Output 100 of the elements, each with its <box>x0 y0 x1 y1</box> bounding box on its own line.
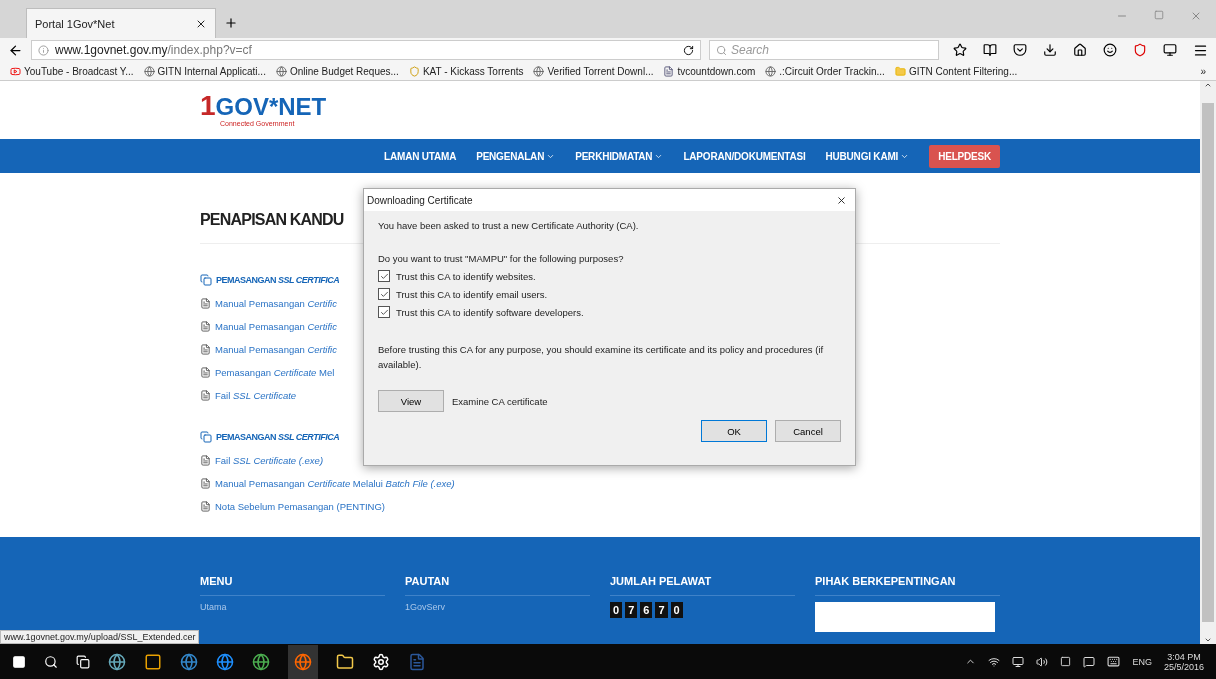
globe-icon <box>533 65 545 77</box>
status-url: www.1govnet.gov.my/upload/SSL_Extended.cer <box>0 630 200 644</box>
counter-digit: 7 <box>625 602 638 618</box>
nav-link[interactable]: LAPORAN/DOKUMENTASI <box>683 150 806 162</box>
shield-icon[interactable] <box>1133 43 1147 57</box>
globe-icon <box>143 65 155 77</box>
counter-digit: 6 <box>640 602 653 618</box>
document-icon <box>200 298 211 309</box>
scroll-up-icon[interactable] <box>1204 81 1212 89</box>
footer-heading: PAUTAN <box>405 575 590 596</box>
document-app-icon[interactable] <box>408 652 426 671</box>
keyboard-icon[interactable] <box>1107 655 1121 668</box>
bookmark-link[interactable]: Online Budget Reques... <box>289 65 399 77</box>
message-icon[interactable] <box>1083 655 1096 668</box>
copy-icon <box>200 274 212 286</box>
overflow-chevron[interactable]: » <box>1200 65 1206 77</box>
bookmark-link[interactable]: .:Circuit Order Trackin... <box>779 65 885 77</box>
document-link[interactable]: Manual Pemasangan Certific <box>215 321 337 332</box>
document-link[interactable]: Fail SSL Certificate (.exe) <box>215 455 324 466</box>
document-link[interactable]: Manual Pemasangan Certificate Melalui Batch File (.exe) <box>215 478 455 489</box>
download-icon[interactable] <box>1043 43 1057 57</box>
document-icon <box>200 478 211 489</box>
cancel-button[interactable]: Cancel <box>775 420 841 442</box>
settings-icon[interactable] <box>372 652 390 671</box>
footer-heading: MENU <box>200 575 385 596</box>
document-link[interactable]: Pemasangan Certificate Mel <box>215 367 335 378</box>
section-heading: PEMASANGAN SSL CERTIFICA <box>216 432 340 442</box>
windows-start-icon[interactable] <box>12 654 26 669</box>
shield-icon <box>408 65 420 77</box>
menu-icon[interactable] <box>1193 42 1208 58</box>
bookmark-link[interactable]: tvcountdown.com <box>677 65 756 77</box>
bookmark-link[interactable]: GITN Content Filtering... <box>908 65 1018 77</box>
search-icon <box>716 44 727 56</box>
checkbox[interactable] <box>378 306 390 318</box>
info-icon <box>38 44 49 56</box>
checkbox-label[interactable]: Trust this CA to identify websites. <box>396 270 536 282</box>
nav-link[interactable]: HUBUNGI KAMI <box>825 150 910 162</box>
nav-link[interactable]: LAMAN UTAMA <box>384 150 457 162</box>
bookmark-link[interactable]: Verified Torrent Downl... <box>547 65 654 77</box>
screen-icon[interactable] <box>1163 43 1177 57</box>
close-icon[interactable] <box>836 194 847 206</box>
folder-icon[interactable] <box>336 652 354 671</box>
ok-button[interactable]: OK <box>701 420 767 442</box>
screen-icon[interactable] <box>1012 655 1025 668</box>
scroll-down-icon[interactable] <box>1204 636 1212 644</box>
speaker-icon[interactable] <box>1036 655 1049 668</box>
document-link[interactable]: Nota Sebelum Pemasangan (PENTING) <box>215 501 386 512</box>
video-icon <box>10 65 21 77</box>
bookmark-link[interactable]: YouTube - Broadcast Y... <box>24 65 134 77</box>
home-icon[interactable] <box>1073 43 1087 57</box>
document-icon <box>200 321 211 332</box>
browser-icon[interactable] <box>252 652 270 671</box>
dialog-intro: You have been asked to trust a new Certificate Authority (CA). <box>378 220 640 231</box>
counter-digit: 0 <box>610 602 623 618</box>
nav-link[interactable]: PERKHIDMATAN <box>575 150 664 162</box>
view-button[interactable]: View <box>378 390 444 412</box>
footer-heading: JUMLAH PELAWAT <box>610 575 795 596</box>
helpdesk-button[interactable]: HELPDESK <box>929 144 1000 168</box>
dialog-title: Downloading Certificate <box>367 194 473 206</box>
address-field[interactable]: www.1govnet.gov.my/index.php?v=cf <box>31 40 701 60</box>
book-icon[interactable] <box>983 43 997 57</box>
pocket-icon[interactable] <box>1013 43 1027 57</box>
nav-link[interactable]: PENGENALAN <box>476 150 556 162</box>
clock[interactable]: 3:04 PM 25/5/2016 <box>1163 651 1204 672</box>
document-icon <box>200 455 211 466</box>
network-icon[interactable] <box>988 655 1001 668</box>
document-link[interactable]: Manual Pemasangan Certific <box>215 298 337 309</box>
back-icon[interactable] <box>8 42 23 58</box>
document-link[interactable]: Manual Pemasangan Certific <box>215 344 337 355</box>
checkbox-label[interactable]: Trust this CA to identify email users. <box>396 288 548 300</box>
checkbox[interactable] <box>378 288 390 300</box>
bookmark-link[interactable]: KAT - Kickass Torrents <box>422 65 524 77</box>
search-icon[interactable] <box>44 654 58 669</box>
section-heading: PEMASANGAN SSL CERTIFICA <box>216 275 340 285</box>
footer-link[interactable]: 1GovServ <box>405 602 610 612</box>
footer-heading: PIHAK BERKEPENTINGAN <box>815 575 1000 596</box>
footer-link[interactable]: Utama <box>200 602 405 612</box>
scrollbar[interactable] <box>1200 81 1216 644</box>
checkbox[interactable] <box>378 270 390 282</box>
checkbox-label[interactable]: Trust this CA to identify software developers. <box>396 306 584 318</box>
active-app-icon[interactable] <box>288 644 318 679</box>
new-tab-icon[interactable] <box>224 16 238 30</box>
bookmark-link[interactable]: GITN Internal Applicati... <box>157 65 266 77</box>
folder-icon <box>894 65 906 77</box>
browser-icon[interactable] <box>216 652 234 671</box>
document-link[interactable]: Fail SSL Certificate <box>215 390 297 401</box>
page-icon <box>663 65 675 77</box>
globe-icon[interactable] <box>108 652 126 671</box>
language-indicator[interactable]: ENG <box>1132 656 1152 667</box>
document-icon <box>200 390 211 401</box>
smiley-icon[interactable] <box>1103 43 1117 57</box>
reload-icon[interactable] <box>683 44 694 56</box>
dialog-advice: Before trusting this CA for any purpose, you should examine its certificate and its policy and procedures (if available). <box>378 343 825 372</box>
star-icon[interactable] <box>953 43 967 57</box>
browser-tab[interactable]: Portal 1Gov*Net <box>26 8 216 38</box>
browser-icon[interactable] <box>180 652 198 671</box>
globe-icon <box>275 65 287 77</box>
globe-icon <box>765 65 777 77</box>
task-view-icon[interactable] <box>76 654 90 669</box>
scroll-thumb[interactable] <box>1202 103 1214 622</box>
